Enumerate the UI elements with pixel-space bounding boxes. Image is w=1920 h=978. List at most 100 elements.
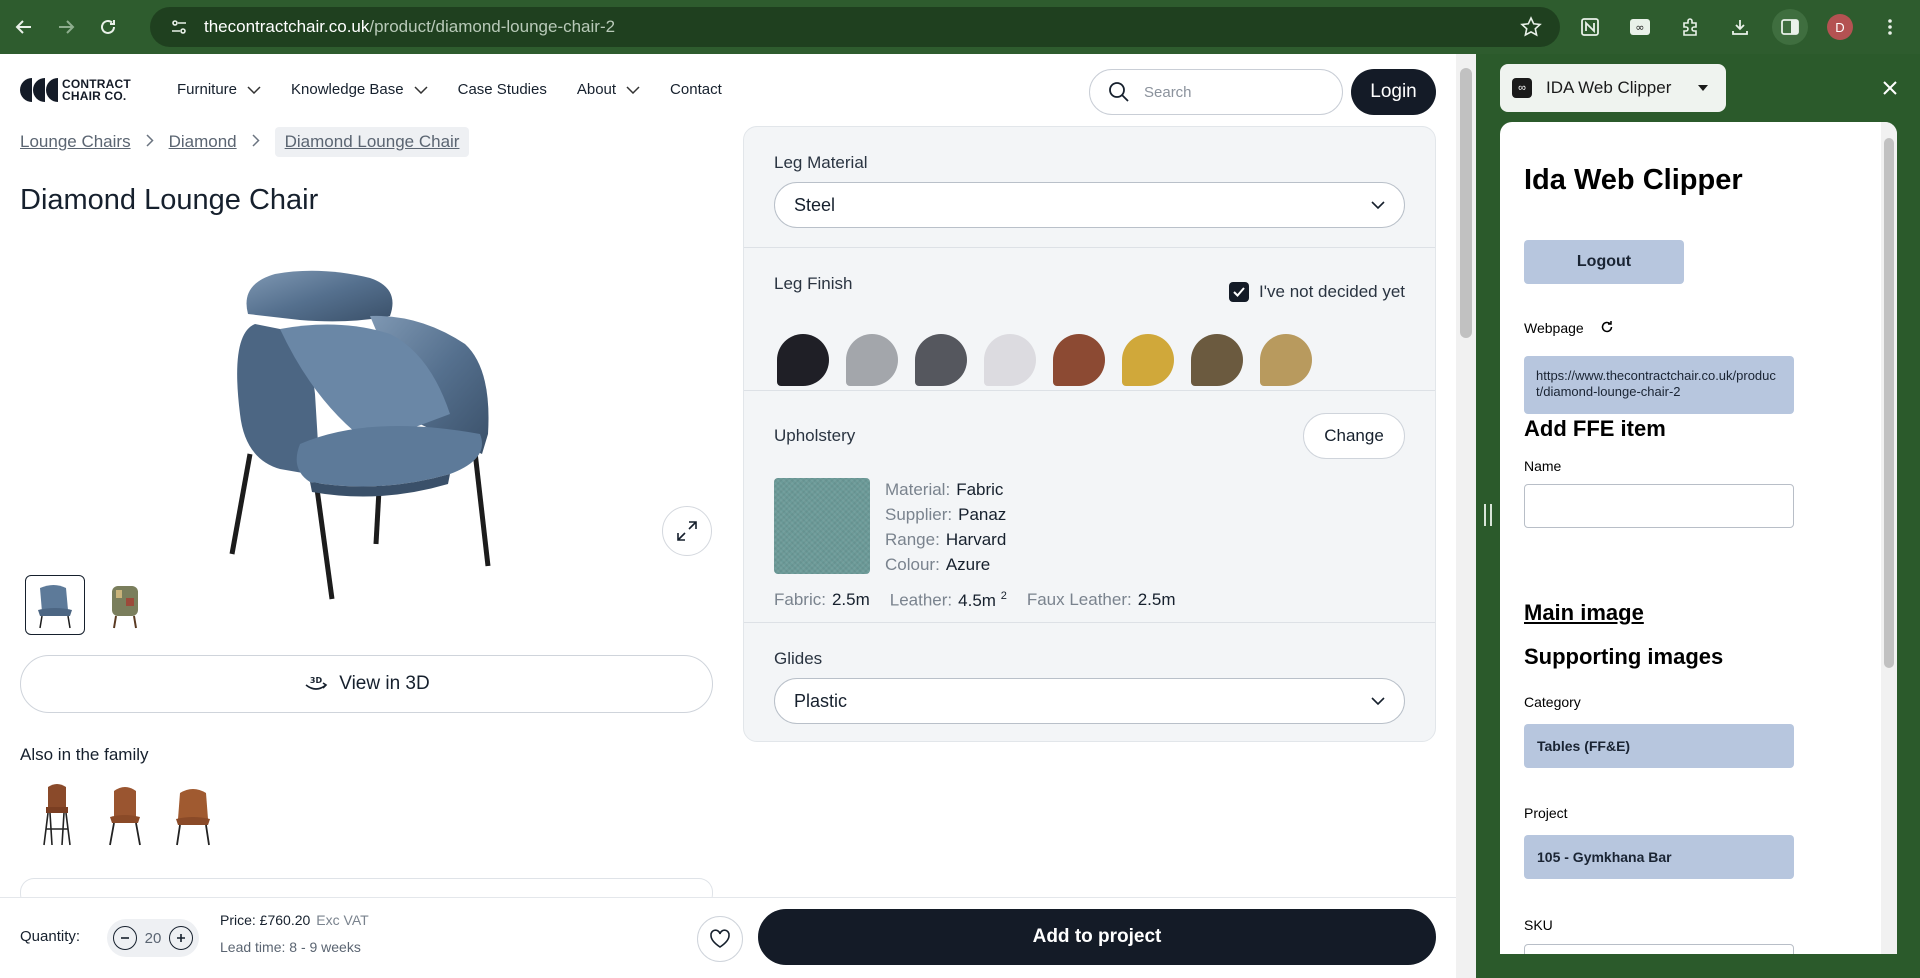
back-icon[interactable]	[6, 9, 42, 45]
fabric-detail-row: Colour: Azure	[885, 552, 1006, 577]
download-icon[interactable]	[1722, 9, 1758, 45]
profile-avatar[interactable]: D	[1822, 9, 1858, 45]
fabric-detail-row: Range: Harvard	[885, 527, 1006, 552]
site-logo[interactable]: CONTRACT CHAIR CO.	[20, 78, 131, 102]
breadcrumb-current[interactable]: Diamond Lounge Chair	[274, 127, 470, 157]
breadcrumb-diamond[interactable]: Diamond	[169, 132, 237, 152]
family-item-dining-chair[interactable]	[100, 777, 150, 847]
reload-icon[interactable]	[90, 9, 126, 45]
resize-grip-icon	[1484, 504, 1492, 526]
name-label: Name	[1524, 458, 1562, 474]
family-products	[32, 777, 218, 847]
amount-unit-sup: 2	[1000, 590, 1007, 602]
chevron-right-icon	[252, 132, 260, 152]
quantity-label: Quantity:	[20, 928, 81, 945]
chevron-down-icon	[626, 85, 640, 94]
search-input[interactable]	[1144, 83, 1304, 101]
logout-button[interactable]: Logout	[1524, 240, 1684, 284]
product-options-panel: Leg Material Steel Leg Finish I've not d…	[743, 126, 1436, 742]
menu-item-furniture[interactable]: Furniture	[177, 81, 261, 98]
decrease-quantity-button[interactable]	[113, 926, 137, 950]
supporting-images-heading: Supporting images	[1524, 644, 1724, 669]
add-to-project-button[interactable]: Add to project	[758, 909, 1436, 965]
finish-swatch-4[interactable]	[984, 334, 1036, 386]
scrollbar-thumb[interactable]	[1460, 68, 1472, 338]
menu-item-case-studies[interactable]: Case Studies	[458, 81, 547, 98]
family-item-armchair[interactable]	[168, 777, 218, 847]
finish-swatch-7[interactable]	[1191, 334, 1243, 386]
ida-extension-icon[interactable]: ∞	[1622, 9, 1658, 45]
checkbox-checked[interactable]	[1229, 282, 1250, 302]
upholstery-label: Upholstery	[774, 426, 856, 445]
side-panel-resize-handle[interactable]	[1476, 54, 1500, 978]
chevron-right-icon	[146, 132, 154, 152]
main-image-link[interactable]: Main image	[1524, 600, 1644, 626]
panel-scrollbar[interactable]	[1881, 122, 1897, 954]
finish-swatch-5[interactable]	[1053, 334, 1105, 386]
menu-item-knowledge-base[interactable]: Knowledge Base	[291, 81, 428, 98]
3d-rotate-icon: 3D	[305, 676, 328, 690]
finish-swatch-3[interactable]	[915, 334, 967, 386]
search-icon	[1109, 82, 1129, 102]
menu-item-label: About	[576, 81, 617, 98]
menu-item-about[interactable]: About	[577, 81, 640, 98]
glides-select[interactable]: Plastic	[774, 678, 1405, 724]
view-in-3d-button[interactable]: 3D View in 3D	[20, 655, 713, 713]
close-panel-icon[interactable]	[1882, 76, 1898, 102]
name-input[interactable]	[1524, 484, 1794, 528]
forward-icon[interactable]	[48, 9, 84, 45]
amount-key: Faux Leather:	[1026, 590, 1132, 609]
breadcrumb-lounge-chairs[interactable]: Lounge Chairs	[20, 132, 131, 152]
change-upholstery-button[interactable]: Change	[1303, 413, 1405, 459]
project-select[interactable]: 105 - Gymkhana Bar	[1524, 835, 1794, 879]
extension-content: Ida Web Clipper Logout Webpage https://w…	[1500, 122, 1897, 954]
caret-down-icon	[1698, 85, 1709, 91]
leg-material-select[interactable]: Steel	[774, 182, 1405, 228]
logo-line-2: CHAIR CO.	[62, 89, 127, 103]
site-search[interactable]	[1089, 69, 1343, 115]
more-menu-icon[interactable]	[1872, 9, 1908, 45]
menu-item-label: Contact	[670, 81, 722, 98]
sku-input[interactable]	[1524, 944, 1794, 954]
refresh-icon[interactable]	[1600, 320, 1614, 337]
category-select[interactable]: Tables (FF&E)	[1524, 724, 1794, 768]
fabric-swatch[interactable]	[774, 478, 870, 574]
amount-value: 4.5m	[958, 590, 996, 610]
finish-swatch-2[interactable]	[846, 334, 898, 386]
address-bar[interactable]: thecontractchair.co.uk/product/diamond-l…	[150, 7, 1560, 47]
expand-icon	[677, 521, 697, 541]
browser-toolbar: thecontractchair.co.uk/product/diamond-l…	[0, 0, 1920, 54]
site-settings-icon[interactable]	[168, 16, 190, 38]
family-item-bar-stool[interactable]	[32, 777, 82, 847]
not-decided-checkbox[interactable]: I've not decided yet	[1229, 282, 1405, 302]
extension-selector[interactable]: ∞ IDA Web Clipper	[1500, 64, 1726, 112]
finish-swatch-6[interactable]	[1122, 334, 1174, 386]
webpage-url-field[interactable]: https://www.thecontractchair.co.uk/produ…	[1524, 356, 1794, 414]
menu-item-contact[interactable]: Contact	[670, 81, 722, 98]
panel-scrollbar-thumb[interactable]	[1884, 138, 1894, 668]
leg-material-label: Leg Material	[774, 153, 868, 172]
fabric-detail-row: Supplier: Panaz	[885, 502, 1006, 527]
login-button[interactable]: Login	[1351, 69, 1436, 115]
product-image[interactable]	[220, 244, 520, 604]
bookmark-star-icon[interactable]	[1520, 16, 1542, 43]
detail-key: Material:	[885, 480, 951, 499]
side-panel-icon[interactable]	[1772, 9, 1808, 45]
quantity-value[interactable]: 20	[145, 930, 162, 947]
amount-key: Fabric:	[774, 590, 826, 609]
favourite-button[interactable]	[697, 916, 743, 962]
expand-image-button[interactable]	[662, 506, 712, 556]
notion-extension-icon[interactable]	[1572, 9, 1608, 45]
increase-quantity-button[interactable]	[169, 926, 193, 950]
page-scrollbar[interactable]	[1456, 54, 1476, 978]
finish-swatch-8[interactable]	[1260, 334, 1312, 386]
extension-side-panel: ∞ IDA Web Clipper Ida Web Clipper Logout…	[1500, 54, 1920, 978]
puzzle-extensions-icon[interactable]	[1672, 9, 1708, 45]
chevron-down-icon	[247, 85, 261, 94]
view-in-3d-label: View in 3D	[339, 673, 430, 694]
thumbnail-1[interactable]	[25, 575, 85, 635]
finish-swatch-1[interactable]	[777, 334, 829, 386]
ida-logo-icon: ∞	[1512, 78, 1532, 98]
not-decided-label: I've not decided yet	[1259, 282, 1405, 301]
thumbnail-2[interactable]	[95, 575, 155, 635]
